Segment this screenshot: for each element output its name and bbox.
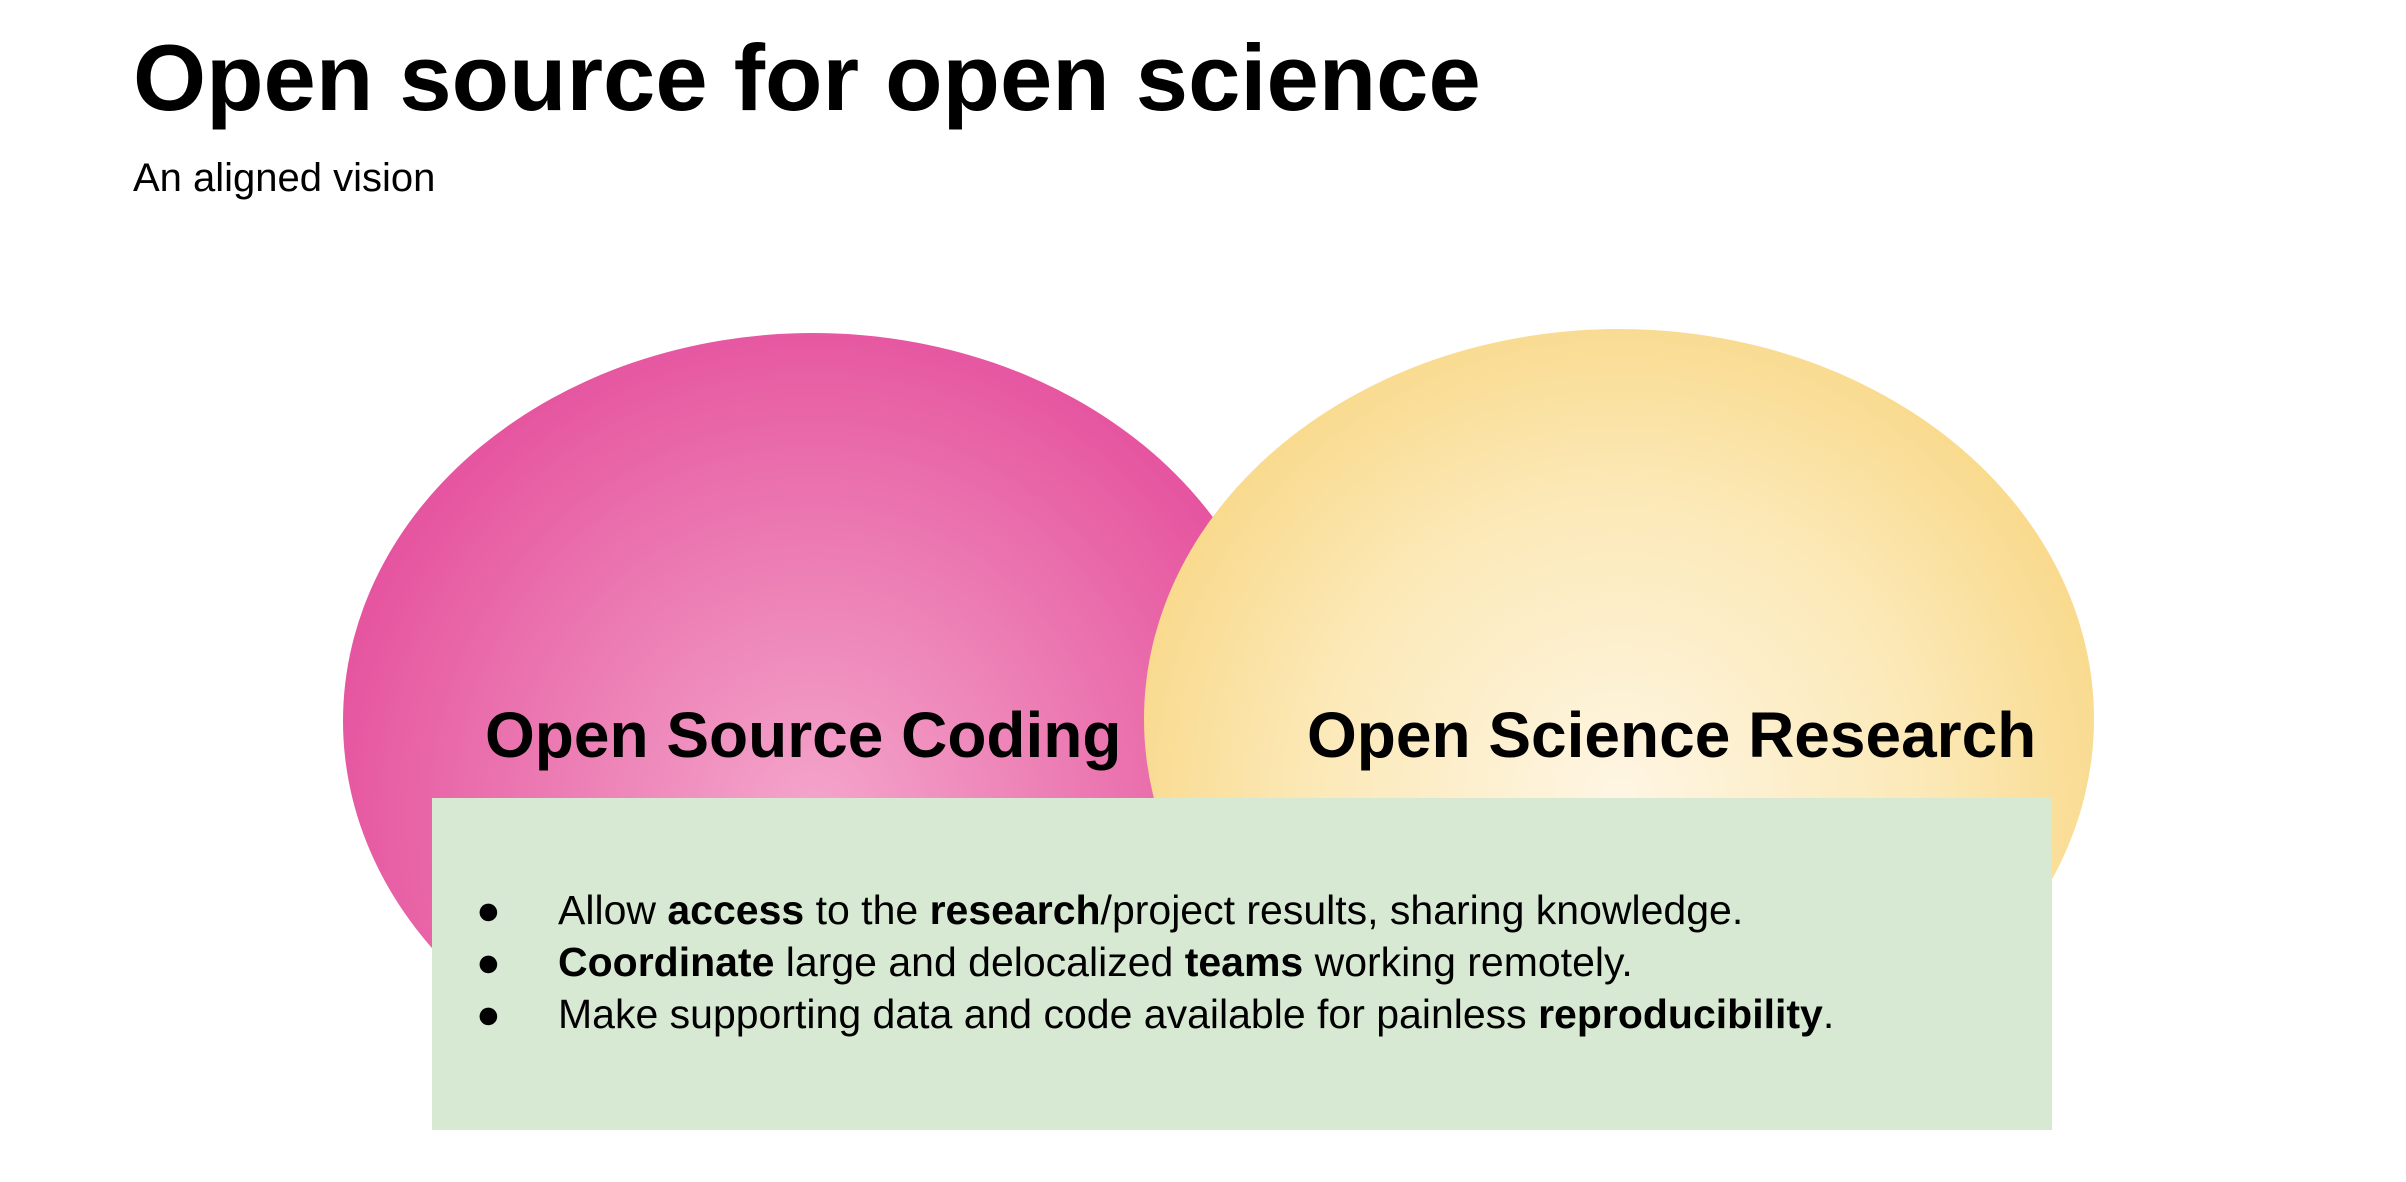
open-source-coding-label: Open Source Coding	[485, 699, 1122, 771]
shared-goals-list: ● Allow access to the research/project re…	[432, 884, 2052, 1040]
bullet-text-bold: access	[667, 887, 805, 933]
bullet-icon: ●	[476, 991, 501, 1037]
bullet-text-bold: teams	[1184, 939, 1304, 985]
bullet-item-reproducibility: ● Make supporting data and code available…	[432, 988, 2052, 1040]
bullet-text: large and delocalized	[774, 939, 1185, 985]
bullet-text: working remotely.	[1303, 939, 1633, 985]
bullet-item-coordinate: ● Coordinate large and delocalized teams …	[432, 936, 2052, 988]
bullet-text-bold: Coordinate	[558, 939, 775, 985]
page-subtitle: An aligned vision	[133, 156, 436, 200]
bullet-icon: ●	[476, 887, 501, 933]
bullet-icon: ●	[476, 939, 501, 985]
bullet-text: .	[1822, 991, 1835, 1037]
bullet-text: to the	[804, 887, 930, 933]
page-title: Open source for open science	[133, 25, 1481, 130]
bullet-text-bold: reproducibility	[1538, 991, 1823, 1037]
bullet-item-access: ● Allow access to the research/project re…	[432, 884, 2052, 936]
shared-goals-panel: ● Allow access to the research/project re…	[432, 798, 2052, 1130]
bullet-text: /project results, sharing knowledge.	[1100, 887, 1744, 933]
bullet-text: Allow	[558, 887, 668, 933]
bullet-text: Make supporting data and code available …	[558, 991, 1539, 1037]
open-science-research-label: Open Science Research	[1307, 699, 2037, 771]
bullet-text-bold: research	[929, 887, 1101, 933]
